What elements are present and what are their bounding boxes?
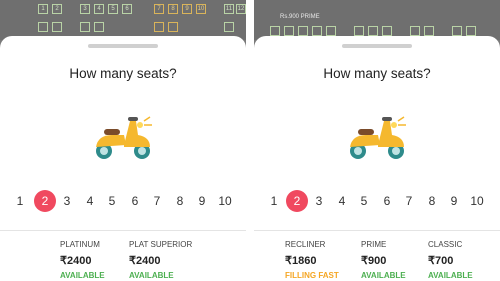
seat-count-option[interactable]: 1 [263,190,285,212]
drag-handle[interactable] [342,44,412,48]
seat-layout-background: 1 2 3 4 5 6 7 8 9 10 11 12 [0,0,246,40]
seat-count-option[interactable]: 8 [421,190,443,212]
seat-count-option[interactable]: 9 [191,190,213,212]
seat[interactable] [382,26,392,36]
seat-count-option[interactable]: 4 [79,190,101,212]
seat[interactable] [38,22,48,32]
category-price: ₹2400 [60,255,92,267]
category-price: ₹1860 [285,255,317,267]
category-recliner: RECLINER ₹1860 FILLING FAST [285,240,339,280]
seat-count-option[interactable]: 6 [124,190,146,212]
seat[interactable]: 6 [122,4,132,14]
seat[interactable] [168,22,178,32]
category-plat-superior: PLAT SUPERIOR ₹2400 AVAILABLE [129,240,192,280]
scooter-icon [350,116,406,159]
category-price: ₹2400 [129,255,161,267]
category-price: ₹700 [428,255,454,267]
seat[interactable]: 2 [52,4,62,14]
seat-count-option[interactable]: 3 [56,190,78,212]
scooter-icon [96,116,152,159]
seat[interactable] [298,26,308,36]
category-status: AVAILABLE [361,271,406,280]
seat[interactable]: 4 [94,4,104,14]
seat[interactable] [154,22,164,32]
seat-count-option[interactable]: 3 [308,190,330,212]
category-status: AVAILABLE [129,271,174,280]
seat-count-option[interactable]: 7 [398,190,420,212]
seat[interactable] [326,26,336,36]
seat[interactable] [224,22,234,32]
seat-count-selector: 1 2 3 4 5 6 7 8 9 10 [254,190,500,212]
seat-count-option[interactable]: 6 [376,190,398,212]
divider [254,230,500,231]
category-name: PRIME [361,240,387,249]
price-tier-label: Rs.900 PRIME [280,14,320,20]
seat[interactable] [354,26,364,36]
category-prime: PRIME ₹900 AVAILABLE [361,240,406,280]
seat-count-option[interactable]: 10 [214,190,236,212]
seat-count-option[interactable]: 9 [443,190,465,212]
seat-count-option[interactable]: 10 [466,190,488,212]
category-name: PLAT SUPERIOR [129,240,193,249]
seat[interactable]: 7 [154,4,164,14]
seat[interactable] [312,26,322,36]
seat-layout-background: Rs.900 PRIME [254,0,500,40]
category-name: RECLINER [285,240,326,249]
sheet-title: How many seats? [69,66,177,81]
seat[interactable]: 12 [236,4,246,14]
seat[interactable] [80,22,90,32]
seat[interactable] [270,26,280,36]
seat-count-option[interactable]: 5 [101,190,123,212]
seat-count-option-selected[interactable]: 2 [286,190,308,212]
seat[interactable]: 3 [80,4,90,14]
seat[interactable] [368,26,378,36]
seat[interactable] [284,26,294,36]
sheet-title: How many seats? [323,66,431,81]
drag-handle[interactable] [88,44,158,48]
category-price: ₹900 [361,255,387,267]
seat-count-option[interactable]: 4 [331,190,353,212]
category-status: FILLING FAST [285,271,339,280]
seat[interactable]: 1 [38,4,48,14]
seat[interactable]: 10 [196,4,206,14]
seat[interactable]: 8 [168,4,178,14]
seat[interactable] [94,22,104,32]
seat-count-option[interactable]: 5 [353,190,375,212]
category-classic: CLASSIC ₹700 AVAILABLE [428,240,473,280]
seat-count-sheet: How many seats? 1 2 3 4 5 6 7 8 9 10 REC… [254,36,500,281]
right-screen: Rs.900 PRIME How many seats? 1 2 3 4 5 6… [254,0,500,281]
category-name: CLASSIC [428,240,463,249]
seat[interactable] [410,26,420,36]
seat-count-option[interactable]: 8 [169,190,191,212]
seat[interactable]: 5 [108,4,118,14]
seat-count-option-selected[interactable]: 2 [34,190,56,212]
divider [0,230,246,231]
seat[interactable]: 9 [182,4,192,14]
seat[interactable] [52,22,62,32]
category-status: AVAILABLE [60,271,105,280]
seat[interactable]: 11 [224,4,234,14]
left-screen: 1 2 3 4 5 6 7 8 9 10 11 12 How many seat… [0,0,246,281]
seat[interactable] [466,26,476,36]
seat-count-option[interactable]: 1 [9,190,31,212]
category-status: AVAILABLE [428,271,473,280]
seat-count-option[interactable]: 7 [146,190,168,212]
category-platinum: PLATINUM ₹2400 AVAILABLE [60,240,105,280]
category-name: PLATINUM [60,240,100,249]
seat-count-sheet: How many seats? 1 2 3 4 5 6 7 8 9 10 PLA… [0,36,246,281]
seat[interactable] [424,26,434,36]
seat[interactable] [452,26,462,36]
seat-count-selector: 1 2 3 4 5 6 7 8 9 10 [0,190,246,212]
